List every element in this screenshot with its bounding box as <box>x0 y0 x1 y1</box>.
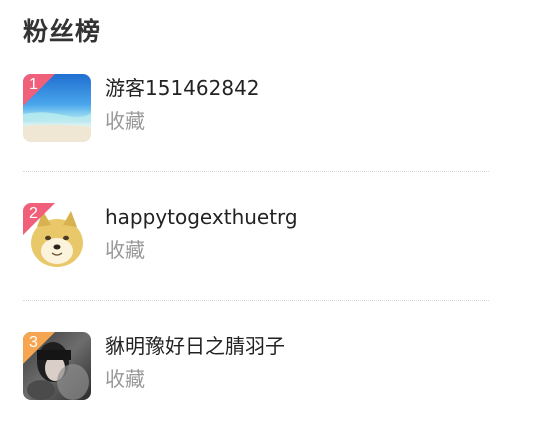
favorite-link[interactable]: 收藏 <box>105 107 145 135</box>
fan-ranking-list: 1 游客151462842 收藏 2 happytogexthuetrg 收藏 … <box>23 72 489 430</box>
fan-ranking-title: 粉丝榜 <box>23 17 102 46</box>
divider <box>23 171 489 172</box>
beach-sea-image <box>23 74 91 142</box>
fan-name[interactable]: 貅明豫好日之腈羽子 <box>105 332 285 360</box>
fan-name[interactable]: happytogexthuetrg <box>105 203 298 231</box>
list-item: 1 游客151462842 收藏 <box>23 72 489 172</box>
avatar[interactable] <box>23 203 91 271</box>
dark-portrait-image <box>23 332 91 400</box>
avatar[interactable] <box>23 332 91 400</box>
favorite-link[interactable]: 收藏 <box>105 365 145 393</box>
favorite-link[interactable]: 收藏 <box>105 236 145 264</box>
fan-name[interactable]: 游客151462842 <box>105 74 260 102</box>
shiba-dog-image <box>23 203 91 271</box>
avatar[interactable] <box>23 74 91 142</box>
list-item: 3 貅明豫好日之腈羽子 收藏 <box>23 330 489 430</box>
list-item: 2 happytogexthuetrg 收藏 <box>23 201 489 301</box>
divider <box>23 300 489 301</box>
